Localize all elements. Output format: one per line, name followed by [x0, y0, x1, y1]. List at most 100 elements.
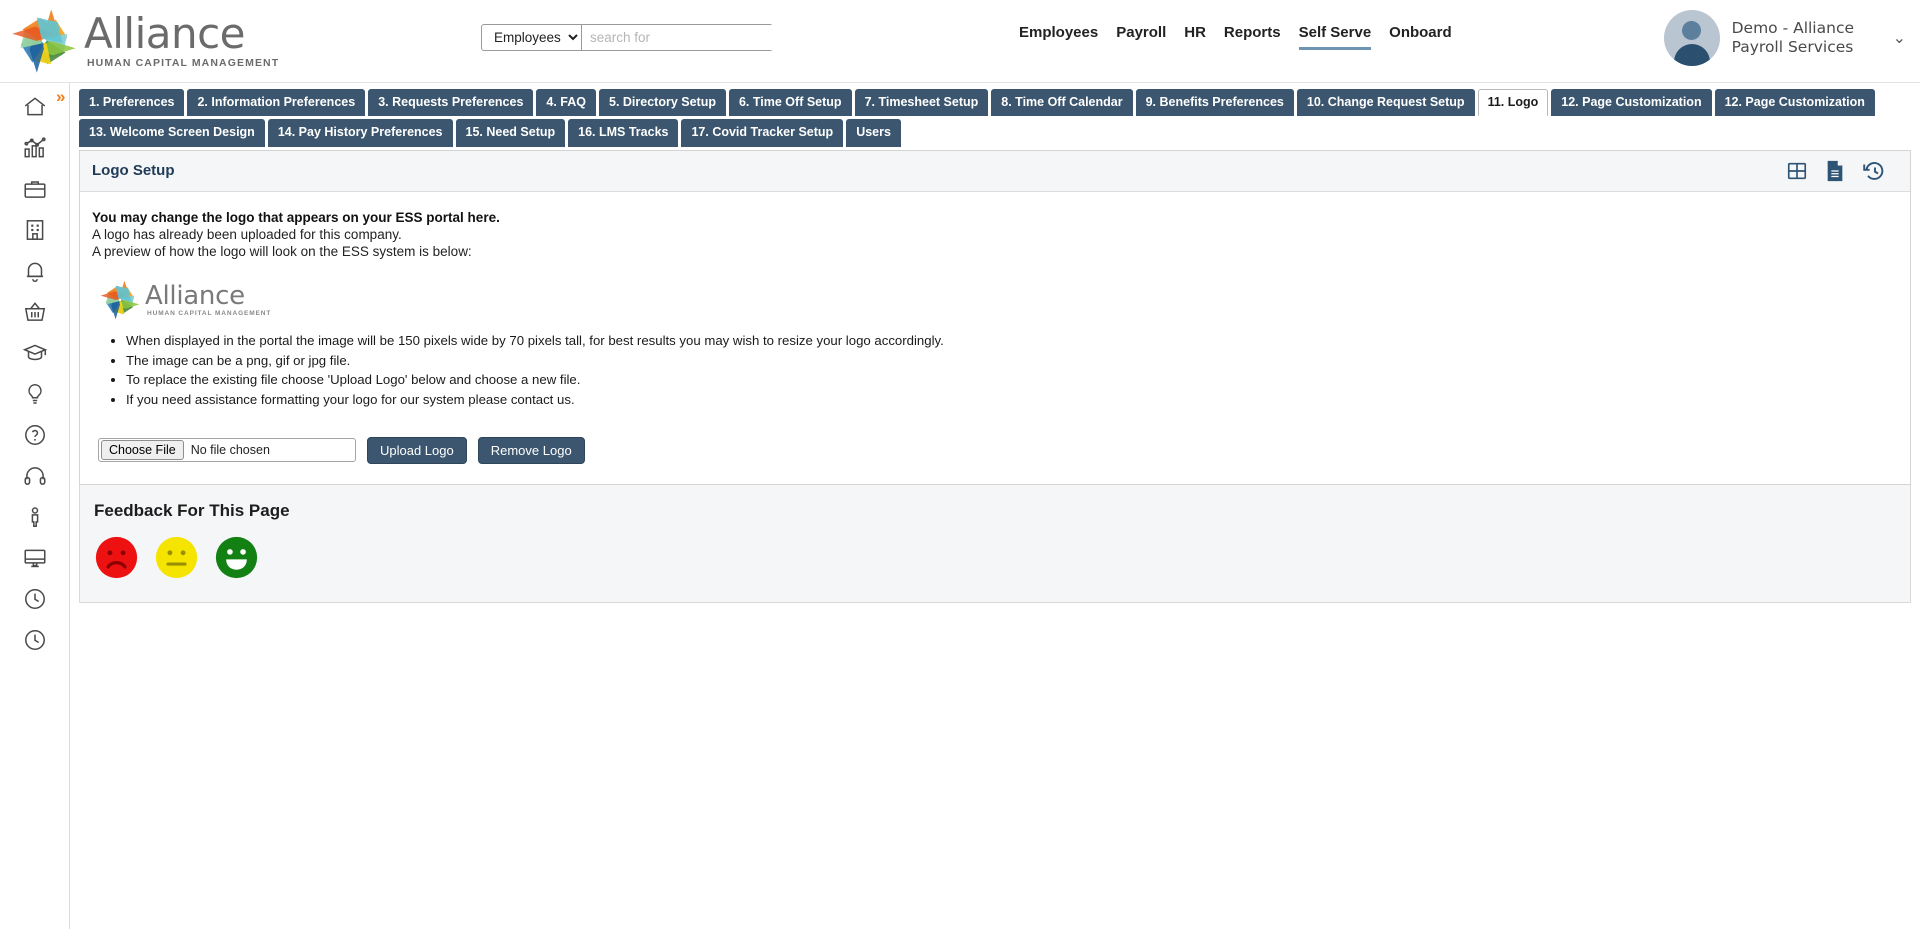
document-icon[interactable] — [1824, 159, 1846, 183]
tab-need-setup[interactable]: 15. Need Setup — [455, 119, 566, 147]
tab-page-customization-2[interactable]: 12. Page Customization — [1714, 89, 1875, 117]
tab-page-customization-1[interactable]: 12. Page Customization — [1551, 89, 1712, 117]
logo-requirements-list: When displayed in the portal the image w… — [92, 333, 1898, 409]
sidebar-item-time[interactable] — [20, 584, 50, 614]
panel-header: Logo Setup — [80, 150, 1910, 192]
grid-table-icon[interactable] — [1786, 160, 1808, 182]
logo-file-input[interactable]: Choose File No file chosen — [98, 438, 356, 463]
top-bar: Alliance HUMAN CAPITAL MANAGEMENT Employ… — [0, 0, 1920, 83]
monitor-icon — [23, 549, 46, 568]
nav-item-reports[interactable]: Reports — [1224, 25, 1281, 47]
sidebar-item-workstation[interactable] — [20, 543, 50, 573]
tab-change-request-setup[interactable]: 10. Change Request Setup — [1296, 89, 1475, 117]
sidebar-item-briefcase[interactable] — [20, 174, 50, 204]
clock-history-icon — [24, 630, 45, 650]
lead-text: You may change the logo that appears on … — [92, 209, 500, 225]
search-input[interactable] — [582, 25, 775, 50]
brand-tagline: HUMAN CAPITAL MANAGEMENT — [87, 57, 280, 70]
home-icon — [24, 97, 45, 116]
user-menu[interactable]: Demo - Alliance Payroll Services ⌄ — [1663, 10, 1906, 66]
list-item: The image can be a png, gif or jpg file. — [126, 353, 1898, 370]
logo-preview-tagline: HUMAN CAPITAL MANAGEMENT — [147, 309, 272, 317]
tab-row-2: 13. Welcome Screen Design 14. Pay Histor… — [79, 119, 1920, 147]
building-icon — [26, 220, 43, 240]
sidebar-item-analytics[interactable] — [20, 133, 50, 163]
chosen-file-name: No file chosen — [190, 443, 270, 458]
feedback-title: Feedback For This Page — [94, 500, 290, 520]
nav-item-payroll[interactable]: Payroll — [1116, 25, 1166, 47]
basket-icon — [24, 302, 45, 321]
sad-face-icon[interactable] — [94, 535, 139, 580]
page-title: Logo Setup — [92, 162, 175, 180]
nav-item-self-serve[interactable]: Self Serve — [1298, 25, 1372, 50]
tab-lms-tracks[interactable]: 16. LMS Tracks — [568, 119, 679, 147]
analytics-chart-icon — [23, 137, 46, 158]
tab-preferences[interactable]: 1. Preferences — [79, 89, 185, 117]
tab-timesheet-setup[interactable]: 7. Timesheet Setup — [854, 89, 989, 117]
tab-strip: 1. Preferences 2. Information Preference… — [70, 83, 1920, 147]
alliance-starburst-icon — [12, 9, 76, 73]
sidebar-item-marketplace[interactable] — [20, 297, 50, 327]
logo-preview: Alliance HUMAN CAPITAL MANAGEMENT — [98, 277, 1898, 323]
sidebar-expand-toggle[interactable]: » — [56, 88, 65, 105]
left-sidebar — [0, 83, 70, 929]
tab-faq[interactable]: 4. FAQ — [536, 89, 596, 117]
search-scope-select[interactable]: Employees — [482, 25, 582, 50]
sidebar-item-learning[interactable] — [20, 338, 50, 368]
choose-file-button[interactable]: Choose File — [101, 440, 184, 461]
nav-item-onboard[interactable]: Onboard — [1389, 25, 1452, 47]
tab-covid-tracker-setup[interactable]: 17. Covid Tracker Setup — [681, 119, 844, 147]
remove-logo-button[interactable]: Remove Logo — [477, 436, 585, 464]
sidebar-item-company[interactable] — [20, 215, 50, 245]
upload-controls: Choose File No file chosen Upload Logo R… — [98, 436, 1898, 464]
avatar — [1663, 10, 1720, 66]
history-icon[interactable] — [1862, 159, 1886, 183]
sidebar-item-time-history[interactable] — [20, 625, 50, 655]
neutral-face-icon[interactable] — [154, 535, 199, 580]
preview-notice: A preview of how the logo will look on t… — [92, 243, 472, 259]
chevron-down-icon[interactable]: ⌄ — [1893, 28, 1906, 48]
nav-item-employees[interactable]: Employees — [1019, 25, 1098, 47]
sidebar-item-ideas[interactable] — [20, 379, 50, 409]
happy-face-icon[interactable] — [214, 535, 259, 580]
global-search[interactable]: Employees — [481, 24, 775, 51]
feedback-section: Feedback For This Page — [79, 484, 1911, 603]
list-item: When displayed in the portal the image w… — [126, 333, 1898, 350]
main-content: 1. Preferences 2. Information Preference… — [70, 83, 1920, 929]
user-name: Demo - Alliance Payroll Services — [1731, 18, 1854, 56]
upload-logo-button[interactable]: Upload Logo — [367, 436, 467, 464]
tab-welcome-screen-design[interactable]: 13. Welcome Screen Design — [79, 119, 265, 147]
tab-requests-preferences[interactable]: 3. Requests Preferences — [368, 89, 534, 117]
tab-row-1: 1. Preferences 2. Information Preference… — [79, 89, 1920, 117]
tab-logo[interactable]: 11. Logo — [1477, 89, 1549, 117]
clock-icon — [24, 589, 45, 609]
panel-body: You may change the logo that appears on … — [80, 191, 1910, 484]
tab-users[interactable]: Users — [846, 119, 901, 147]
tab-directory-setup[interactable]: 5. Directory Setup — [599, 89, 726, 117]
briefcase-icon — [23, 181, 46, 198]
tab-pay-history-preferences[interactable]: 14. Pay History Preferences — [267, 119, 453, 147]
bell-icon — [26, 262, 43, 283]
sidebar-item-notifications[interactable] — [20, 256, 50, 286]
logo-setup-panel: Logo Setup You may change the logo that … — [79, 149, 1911, 485]
sidebar-item-help[interactable] — [20, 420, 50, 450]
brand-name: Alliance — [84, 9, 246, 59]
nav-item-hr[interactable]: HR — [1184, 25, 1206, 47]
tab-benefits-preferences[interactable]: 9. Benefits Preferences — [1135, 89, 1294, 117]
help-circle-icon — [24, 425, 45, 445]
sidebar-item-support[interactable] — [20, 461, 50, 491]
brand-logo[interactable]: Alliance HUMAN CAPITAL MANAGEMENT — [8, 5, 308, 77]
panel-action-icons — [1786, 159, 1898, 183]
sidebar-item-profile[interactable] — [20, 502, 50, 532]
list-item: To replace the existing file choose 'Upl… — [126, 372, 1898, 389]
uploaded-notice: A logo has already been uploaded for thi… — [92, 226, 402, 242]
tab-time-off-calendar[interactable]: 8. Time Off Calendar — [991, 89, 1133, 117]
logo-preview-name: Alliance — [145, 280, 245, 311]
person-icon — [31, 507, 38, 527]
sidebar-item-home[interactable] — [20, 92, 50, 122]
tab-information-preferences[interactable]: 2. Information Preferences — [187, 89, 366, 117]
lightbulb-icon — [27, 384, 42, 404]
tab-time-off-setup[interactable]: 6. Time Off Setup — [728, 89, 852, 117]
list-item: If you need assistance formatting your l… — [126, 392, 1898, 409]
main-navigation: Employees Payroll HR Reports Self Serve … — [1019, 25, 1452, 50]
